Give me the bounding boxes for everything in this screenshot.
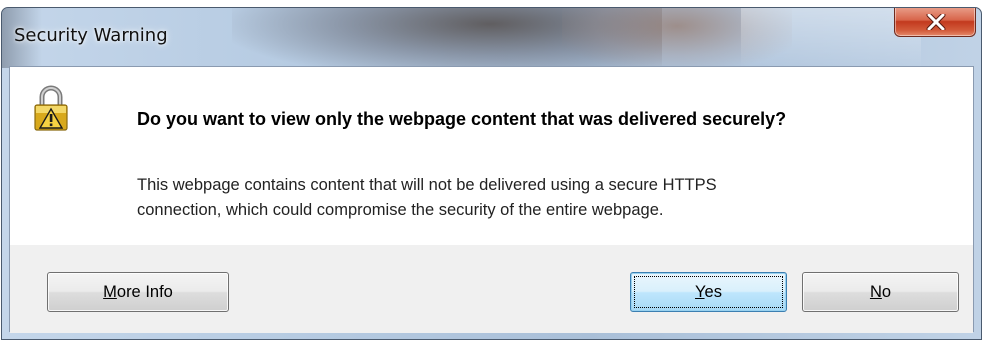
yes-button[interactable]: Yes xyxy=(630,272,787,312)
window-title: Security Warning xyxy=(14,25,168,46)
no-label-rest: o xyxy=(881,282,892,301)
yes-label-rest: es xyxy=(704,282,722,301)
yes-label: Yes xyxy=(695,283,722,302)
warning-heading: Do you want to view only the webpage con… xyxy=(137,109,787,129)
dialog-client-area: Do you want to view only the webpage con… xyxy=(9,66,974,333)
yes-accelerator: Y xyxy=(695,282,705,301)
title-bar[interactable]: Security Warning xyxy=(2,8,981,66)
message-panel: Do you want to view only the webpage con… xyxy=(10,67,973,245)
button-bar: More Info Yes No xyxy=(10,245,973,333)
warning-description-line-2: connection, which could compromise the s… xyxy=(137,201,664,219)
no-accelerator: N xyxy=(869,282,882,301)
more-info-label: More Info xyxy=(103,283,173,302)
padlock-icon xyxy=(33,84,69,132)
more-info-accelerator: M xyxy=(103,282,117,301)
more-info-label-rest: ore Info xyxy=(116,282,173,301)
no-button[interactable]: No xyxy=(802,272,959,312)
no-label: No xyxy=(870,283,891,302)
more-info-button[interactable]: More Info xyxy=(47,272,229,312)
security-warning-dialog: Security Warning Do you want to view onl… xyxy=(1,7,982,340)
close-x-icon xyxy=(926,14,946,30)
warning-description-line-1: This webpage contains content that will … xyxy=(137,176,717,194)
screen: Security Warning Do you want to view onl… xyxy=(0,0,983,343)
warning-description: This webpage contains content that will … xyxy=(137,173,917,223)
close-button[interactable] xyxy=(894,8,976,37)
